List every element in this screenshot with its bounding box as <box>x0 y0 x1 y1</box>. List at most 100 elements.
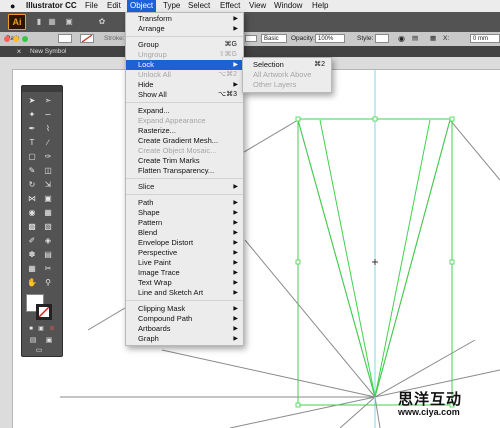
magic-wand-tool-icon[interactable]: ✦ <box>27 110 37 120</box>
document-tab-bar <box>0 46 500 57</box>
width-tool-icon[interactable]: ⋈ <box>27 194 37 204</box>
graphic-style-swatch[interactable] <box>375 34 389 43</box>
x-position-field[interactable]: 0 mm <box>470 34 500 43</box>
close-tab-icon[interactable]: × <box>14 46 24 57</box>
perspective-grid-tool-icon[interactable]: ▦ <box>43 208 53 218</box>
menu-item-flatten-transparency[interactable]: Flatten Transparency... <box>126 166 243 176</box>
menu-item-shape[interactable]: Shape ▶ <box>126 208 243 218</box>
menu-item-group[interactable]: Group ⌘G <box>126 40 243 50</box>
menu-item-live-paint[interactable]: Live Paint ▶ <box>126 258 243 268</box>
screen-mode-icon[interactable]: ▣ <box>44 336 54 346</box>
rotate-tool-icon[interactable]: ↻ <box>27 180 37 190</box>
menu-select[interactable]: Select <box>188 0 210 12</box>
menu-window[interactable]: Window <box>274 0 302 12</box>
recolor-artwork-icon[interactable]: ◉ <box>398 32 405 46</box>
change-screen-mode-icon[interactable]: ▭ <box>34 346 44 356</box>
graph-tool-icon[interactable]: ▤ <box>43 250 53 260</box>
menu-item-compound-path[interactable]: Compound Path ▶ <box>126 314 243 324</box>
menu-item-line-and-sketch-art[interactable]: Line and Sketch Art ▶ <box>126 288 243 298</box>
app-menu[interactable]: Illustrator CC <box>26 0 77 12</box>
align-icon[interactable]: ▤ <box>412 32 418 46</box>
menu-type[interactable]: Type <box>163 0 180 12</box>
pen-tool-icon[interactable]: ✒ <box>27 124 37 134</box>
opacity-field[interactable]: 100% <box>315 34 345 43</box>
menu-item-text-wrap[interactable]: Text Wrap ▶ <box>126 278 243 288</box>
menu-item-artboards[interactable]: Artboards ▶ <box>126 324 243 334</box>
pencil-tool-icon[interactable]: ✎ <box>27 166 37 176</box>
menu-item-arrange[interactable]: Arrange ▶ <box>126 24 243 34</box>
selection-tool-icon[interactable]: ➤ <box>27 96 37 106</box>
menu-item-slice[interactable]: Slice ▶ <box>126 182 243 192</box>
menu-file[interactable]: File <box>85 0 98 12</box>
stroke-color-swatch[interactable] <box>36 304 52 320</box>
artboard-tool-icon[interactable]: ▦ <box>27 264 37 274</box>
close-window-icon[interactable] <box>4 36 10 42</box>
gpu-performance-icon[interactable]: ✿ <box>97 17 107 27</box>
apple-menu-icon[interactable]: ● <box>10 0 15 12</box>
menu-separator <box>126 36 243 37</box>
fill-swatch[interactable] <box>58 34 72 43</box>
hand-tool-icon[interactable]: ✋ <box>27 278 37 288</box>
menu-item-create-trim-marks[interactable]: Create Trim Marks <box>126 156 243 166</box>
menu-help[interactable]: Help <box>312 0 328 12</box>
transform-reference-icon[interactable]: ▦ <box>430 32 436 46</box>
zoom-window-icon[interactable] <box>22 36 28 42</box>
mesh-tool-icon[interactable]: ▩ <box>27 222 37 232</box>
curvature-tool-icon[interactable]: ⌇ <box>43 124 53 134</box>
symbol-sprayer-tool-icon[interactable]: ✽ <box>27 250 37 260</box>
brush-preview[interactable] <box>245 35 257 42</box>
submenu-item-shortcut: ⌘2 <box>314 61 325 68</box>
brush-definition-select[interactable]: Basic <box>261 34 287 43</box>
bridge-icon[interactable]: ▮ <box>34 17 44 27</box>
paintbrush-tool-icon[interactable]: ✑ <box>43 152 53 162</box>
menu-view[interactable]: View <box>249 0 266 12</box>
menu-effect[interactable]: Effect <box>220 0 240 12</box>
menu-item-lock[interactable]: Lock ▶ <box>126 60 243 70</box>
menu-item-hide[interactable]: Hide ▶ <box>126 80 243 90</box>
stock-icon[interactable]: ▦ <box>47 17 57 27</box>
free-transform-tool-icon[interactable]: ▣ <box>43 194 53 204</box>
menu-item-graph[interactable]: Graph ▶ <box>126 334 243 344</box>
vertical-ruler[interactable] <box>0 69 13 428</box>
eraser-tool-icon[interactable]: ◫ <box>43 166 53 176</box>
arrange-documents-icon[interactable]: ▣ <box>64 17 74 27</box>
menu-item-create-gradient-mesh[interactable]: Create Gradient Mesh... <box>126 136 243 146</box>
scale-tool-icon[interactable]: ⇲ <box>43 180 53 190</box>
menu-item-envelope-distort[interactable]: Envelope Distort ▶ <box>126 238 243 248</box>
stroke-swatch[interactable] <box>80 34 94 43</box>
line-tool-icon[interactable]: ∕ <box>43 138 53 148</box>
menu-item-label: Slice <box>138 182 155 191</box>
menu-item-label: Live Paint <box>138 258 171 267</box>
rectangle-tool-icon[interactable]: ▢ <box>27 152 37 162</box>
menu-item-image-trace[interactable]: Image Trace ▶ <box>126 268 243 278</box>
triangle-right-icon: ▶ <box>233 336 238 342</box>
menu-item-expand[interactable]: Expand... <box>126 106 243 116</box>
tools-panel-header[interactable] <box>22 86 62 92</box>
slice-tool-icon[interactable]: ✂ <box>43 264 53 274</box>
lasso-tool-icon[interactable]: ∽ <box>43 110 53 120</box>
blend-tool-icon[interactable]: ◈ <box>43 236 53 246</box>
type-tool-icon[interactable]: T <box>27 138 37 148</box>
shape-builder-tool-icon[interactable]: ◉ <box>27 208 37 218</box>
menu-object[interactable]: Object <box>127 0 157 12</box>
submenu-item-selection[interactable]: Selection ⌘2 <box>243 60 331 70</box>
drawing-modes-icon[interactable]: ▤ <box>28 336 38 346</box>
menu-item-rasterize[interactable]: Rasterize... <box>126 126 243 136</box>
minimize-window-icon[interactable] <box>13 36 19 42</box>
menu-item-clipping-mask[interactable]: Clipping Mask ▶ <box>126 304 243 314</box>
menu-item-pattern[interactable]: Pattern ▶ <box>126 218 243 228</box>
menu-item-transform[interactable]: Transform ▶ <box>126 14 243 24</box>
menu-item-perspective[interactable]: Perspective ▶ <box>126 248 243 258</box>
gradient-mode-icon[interactable]: ▣ <box>36 324 46 334</box>
zoom-tool-icon[interactable]: ⚲ <box>43 278 53 288</box>
direct-selection-tool-icon[interactable]: ➣ <box>43 96 53 106</box>
menu-edit[interactable]: Edit <box>107 0 121 12</box>
gradient-tool-icon[interactable]: ▧ <box>43 222 53 232</box>
eyedropper-tool-icon[interactable]: ✐ <box>27 236 37 246</box>
menu-item-path[interactable]: Path ▶ <box>126 198 243 208</box>
menu-item-blend[interactable]: Blend ▶ <box>126 228 243 238</box>
color-mode-icon[interactable]: ■ <box>26 324 36 334</box>
none-mode-icon[interactable]: ⊘ <box>47 324 57 334</box>
document-tab-title[interactable]: New Symbol <box>30 46 66 57</box>
menu-item-show-all[interactable]: Show All ⌥⌘3 <box>126 90 243 100</box>
